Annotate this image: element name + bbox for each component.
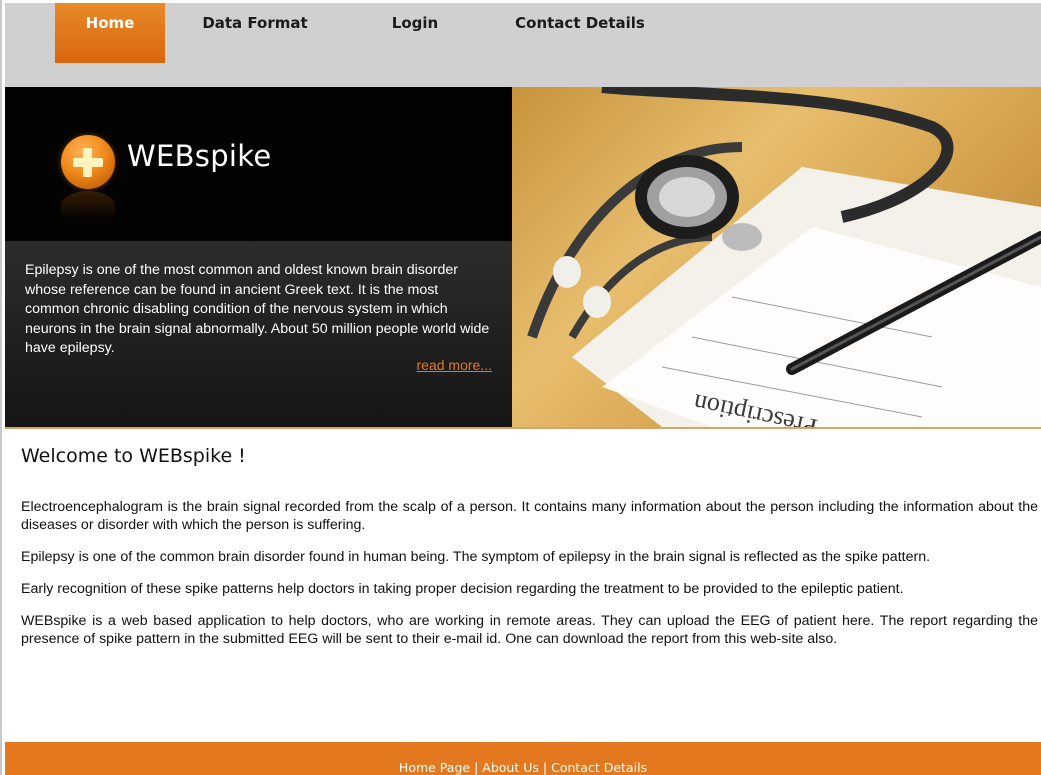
main-content: Electroencephalogram is the brain signal… <box>21 498 1038 662</box>
footer-link-home-page[interactable]: Home Page <box>399 760 470 775</box>
nav-login-label: Login <box>391 14 439 32</box>
hero-text-panel: WEBspike Epilepsy is one of the most com… <box>5 87 512 427</box>
nav-home[interactable]: Home <box>55 3 165 63</box>
nav-login[interactable]: Login <box>375 3 455 63</box>
page: Home Data Format Login Contact Details W… <box>0 0 1041 775</box>
logo-reflection <box>61 191 115 221</box>
stethoscope-prescription-image: Prescription <box>512 87 1041 427</box>
footer-links: Home Page | About Us | Contact Details <box>5 760 1041 775</box>
hero-photo-illustration: Prescription <box>527 87 1041 427</box>
footer: Home Page | About Us | Contact Details <box>5 742 1041 775</box>
content-paragraph: Electroencephalogram is the brain signal… <box>21 499 1038 533</box>
content-paragraph: WEBspike is a web based application to h… <box>21 613 1038 647</box>
footer-separator: | <box>474 760 479 775</box>
nav-data-format[interactable]: Data Format <box>195 3 315 63</box>
content-paragraph: Epilepsy is one of the common brain diso… <box>21 549 931 565</box>
top-nav: Home Data Format Login Contact Details <box>5 3 1041 87</box>
page-title: Welcome to WEBspike ! <box>21 445 246 467</box>
footer-separator: | <box>542 760 548 775</box>
read-more-link[interactable]: read more... <box>417 357 492 373</box>
nav-data-format-label: Data Format <box>202 14 308 32</box>
hero-intro-text: Epilepsy is one of the most common and o… <box>25 262 490 356</box>
nav-contact-details-label: Contact Details <box>515 14 645 32</box>
nav-contact-details[interactable]: Contact Details <box>505 3 655 63</box>
brand-name: WEBspike <box>127 139 272 173</box>
nav-home-label: Home <box>85 14 135 32</box>
hero-banner: WEBspike Epilepsy is one of the most com… <box>5 87 1041 427</box>
footer-link-contact-details[interactable]: Contact Details <box>551 760 647 775</box>
footer-link-about-us[interactable]: About Us <box>482 760 539 775</box>
hero-divider <box>5 427 1041 429</box>
content-paragraph: Early recognition of these spike pattern… <box>21 581 904 597</box>
plus-logo-icon <box>61 135 115 189</box>
